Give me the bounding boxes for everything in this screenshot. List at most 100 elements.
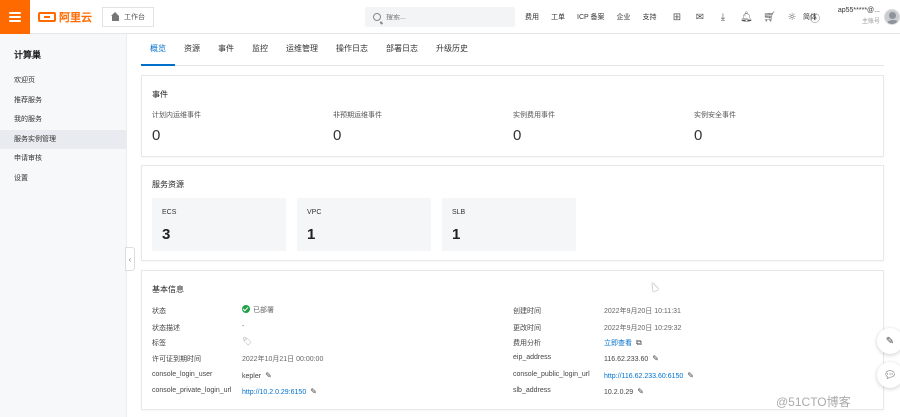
- info-value: -: [242, 323, 245, 330]
- tab-overview[interactable]: 概览: [141, 43, 175, 66]
- info-label: 创建时间: [513, 308, 541, 315]
- sidebar-item-review[interactable]: 申请审核: [0, 149, 126, 169]
- hamburger-icon: [9, 11, 21, 22]
- external-link-icon[interactable]: ⧉: [636, 338, 642, 347]
- info-value: 2022年10月21日 00:00:00: [242, 356, 324, 363]
- edit-icon[interactable]: ✎: [637, 387, 644, 396]
- resources-card: 服务资源 ECS 3 VPC 1 SLB 1: [141, 165, 884, 261]
- login-user-text: kepler: [242, 373, 262, 380]
- tab-operations[interactable]: 运维管理: [277, 43, 327, 65]
- sidebar-item-instances[interactable]: 服务实例管理: [0, 129, 126, 149]
- status-value: 已部署: [242, 305, 274, 315]
- sidebar-item-settings[interactable]: 设置: [0, 169, 126, 189]
- brand-logo[interactable]: 阿里云: [38, 9, 92, 25]
- sidebar-item-my-services[interactable]: 我的服务: [0, 110, 126, 130]
- info-label: 状态: [152, 308, 166, 315]
- resource-label: VPC: [307, 209, 322, 216]
- eip-text: 116.62.233.60: [604, 356, 649, 363]
- tab-monitoring[interactable]: 监控: [243, 43, 277, 65]
- language-switch[interactable]: 简体: [803, 12, 817, 22]
- tab-deploy-log[interactable]: 部署日志: [377, 43, 427, 65]
- top-nav: 费用 工单 ICP 备案 企业 支持: [525, 0, 657, 34]
- menu-button[interactable]: [0, 0, 30, 34]
- resource-count: 3: [162, 226, 171, 243]
- info-label: 费用分析: [513, 340, 541, 347]
- nav-icp[interactable]: ICP 备案: [577, 12, 605, 22]
- info-label: 许可证到期时间: [152, 356, 201, 363]
- sidebar-collapse-button[interactable]: ‹: [125, 247, 135, 271]
- sidebar: 计算巢 欢迎页 推荐服务 我的服务 服务实例管理 申请审核 设置: [0, 34, 127, 417]
- account-info[interactable]: ap55*****@... 主账号: [828, 7, 880, 25]
- search-icon: [373, 13, 381, 21]
- edit-icon[interactable]: ✎: [310, 387, 317, 396]
- cloud-shell-icon[interactable]: ⊞: [671, 12, 683, 23]
- tips-icon[interactable]: ☼: [786, 12, 798, 23]
- sidebar-title: 计算巢: [14, 50, 42, 60]
- tab-operation-log[interactable]: 操作日志: [327, 43, 377, 65]
- edit-icon: ✎: [885, 335, 895, 347]
- info-label: eip_address: [513, 354, 552, 361]
- resource-label: ECS: [162, 209, 177, 216]
- event-value[interactable]: 0: [513, 127, 521, 144]
- resource-vpc[interactable]: VPC 1: [297, 198, 431, 251]
- resource-slb[interactable]: SLB 1: [442, 198, 576, 251]
- search-input[interactable]: [386, 13, 496, 21]
- chat-button[interactable]: 💬︎: [877, 362, 900, 388]
- aliyun-logo-icon: [38, 11, 56, 22]
- account-role: 主账号: [861, 19, 880, 25]
- nav-support[interactable]: 支持: [643, 12, 657, 22]
- public-login-link[interactable]: http://116.62.233.60:6150: [604, 373, 683, 380]
- event-value[interactable]: 0: [333, 127, 341, 144]
- info-value: 116.62.233.60 ✎: [604, 354, 659, 363]
- nav-ticket[interactable]: 工单: [551, 12, 565, 22]
- nav-enterprise[interactable]: 企业: [617, 12, 631, 22]
- top-icons: ⊞ ✉ ⤓ 🔔︎ 🛒︎ ☼ ⓘ: [671, 0, 821, 34]
- edit-icon[interactable]: ✎: [652, 354, 659, 363]
- home-icon: [111, 11, 120, 21]
- info-value: kepler ✎: [242, 371, 272, 380]
- info-label: console_public_login_url: [513, 371, 590, 378]
- slb-text: 10.2.0.29: [604, 389, 634, 396]
- basic-info-title: 基本信息: [152, 285, 184, 294]
- tab-resources[interactable]: 资源: [175, 43, 209, 65]
- workbench-label: 工作台: [124, 13, 145, 21]
- search-box[interactable]: [365, 7, 515, 27]
- check-circle-icon: [242, 305, 250, 313]
- tab-bar: 概览 资源 事件 监控 运维管理 操作日志 部署日志 升级历史: [141, 34, 884, 66]
- edit-icon[interactable]: ✎: [687, 371, 694, 380]
- notification-icon[interactable]: 🔔︎: [740, 12, 753, 23]
- event-label: 非预期运维事件: [333, 112, 382, 119]
- info-label: slb_address: [513, 387, 551, 394]
- info-value: 2022年9月20日 10:11:31: [604, 308, 681, 315]
- cart-icon[interactable]: 🛒︎: [763, 12, 776, 23]
- watermark: @51CTO博客: [776, 395, 851, 409]
- chevron-left-icon: ‹: [128, 254, 132, 264]
- resource-count: 1: [452, 226, 461, 243]
- account-name: ap55*****@...: [837, 7, 880, 14]
- avatar[interactable]: [884, 9, 900, 25]
- event-value[interactable]: 0: [694, 127, 702, 144]
- tag-icon: 🏷︎: [242, 337, 253, 346]
- events-title: 事件: [152, 90, 168, 99]
- event-label: 计划内运维事件: [152, 112, 201, 119]
- tag-edit[interactable]: 🏷︎: [242, 337, 252, 346]
- info-label: console_login_user: [152, 371, 213, 378]
- info-value: http://116.62.233.60:6150 ✎: [604, 371, 694, 380]
- download-icon[interactable]: ⤓: [717, 12, 729, 23]
- cost-analysis-link[interactable]: 立即查看: [604, 340, 632, 347]
- workbench-button[interactable]: 工作台: [102, 6, 154, 27]
- tab-events[interactable]: 事件: [209, 43, 243, 65]
- message-icon[interactable]: ✉: [694, 12, 706, 23]
- resource-ecs[interactable]: ECS 3: [152, 198, 286, 251]
- events-card: 事件 计划内运维事件 0 非预期运维事件 0 实例费用事件 0 实例安全事件 0: [141, 75, 884, 157]
- nav-billing[interactable]: 费用: [525, 12, 539, 22]
- info-label: console_private_login_url: [152, 387, 232, 394]
- basic-info-card: 基本信息 状态 已部署 状态描述 - 标签 🏷︎ 许可证到期时间 2022年10…: [141, 270, 884, 410]
- private-login-link[interactable]: http://10.2.0.29:6150: [242, 389, 306, 396]
- tab-upgrade-history[interactable]: 升级历史: [427, 43, 477, 65]
- sidebar-item-recommended[interactable]: 推荐服务: [0, 91, 126, 111]
- feedback-button[interactable]: ✎: [877, 328, 900, 354]
- sidebar-item-welcome[interactable]: 欢迎页: [0, 71, 126, 91]
- edit-icon[interactable]: ✎: [265, 371, 272, 380]
- event-value[interactable]: 0: [152, 127, 160, 144]
